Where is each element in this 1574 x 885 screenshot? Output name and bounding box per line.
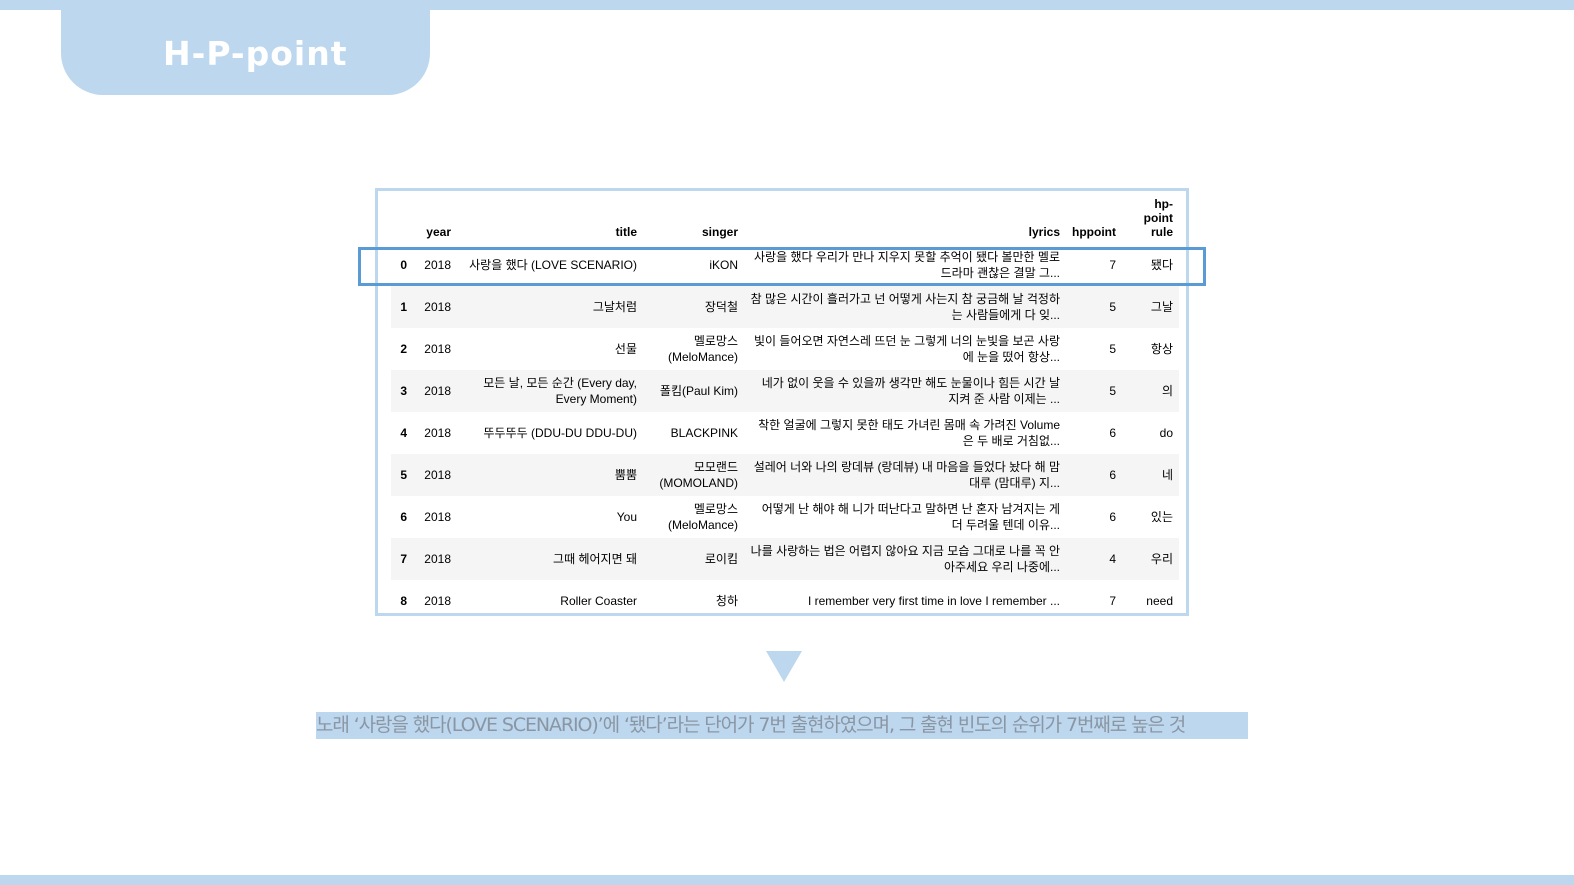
cell-lyrics: I remember very first time in love I rem…: [807, 594, 1060, 608]
table-row: 3 2018 모든 날, 모든 순간 (Every day, Every Mom…: [391, 370, 1179, 412]
header-hppoint: hppoint: [1072, 225, 1116, 239]
cell-lyrics: 어떻게 난 해야 해 니가 떠난다고 말하면 난 혼자 남겨지는 게 더 두려울…: [761, 502, 1060, 532]
cell-rule: 있는: [1150, 510, 1173, 524]
cell-title: 뚜두뚜두 (DDU-DU DDU-DU): [483, 426, 637, 440]
cell-year: 2018: [424, 342, 451, 356]
slide-title: H-P-point: [163, 34, 348, 73]
row-index: 6: [400, 510, 407, 524]
cell-title: 뿜뿜: [457, 454, 643, 496]
cell-hppoint: 5: [1066, 286, 1122, 328]
cell-rule: need: [1146, 594, 1173, 608]
table-row: 1 2018 그날처럼 장덕철 참 많은 시간이 흘러가고 넌 어떻게 사는지 …: [391, 286, 1179, 328]
cell-title: 선물: [614, 342, 637, 356]
cell-rule: 항상: [1150, 342, 1173, 356]
row-index: 5: [391, 454, 413, 496]
cell-title: You: [616, 510, 637, 524]
cell-lyrics: 착한 얼굴에 그렇지 못한 태도 가녀린 몸매 속 가려진 Volume은 두 …: [758, 418, 1060, 448]
cell-singer: 모모랜드 (MOMOLAND): [643, 454, 744, 496]
cell-title: 그날처럼: [457, 286, 643, 328]
cell-year: 2018: [413, 286, 457, 328]
cell-hppoint: 7: [1109, 594, 1116, 608]
header-title: title: [615, 225, 637, 239]
header-year: year: [426, 225, 451, 239]
cell-rule: 네: [1122, 454, 1179, 496]
table-row: 8 2018 Roller Coaster 청하 I remember very…: [391, 580, 1179, 622]
cell-lyrics: 빛이 들어오면 자연스레 뜨던 눈 그렇게 너의 눈빛을 보곤 사랑에 눈을 떴…: [753, 334, 1060, 364]
cell-singer: 멜로망스 (MeloMance): [667, 502, 738, 532]
title-tab: H-P-point: [61, 0, 430, 95]
row-index: 7: [391, 538, 413, 580]
table-header-row: year title singer lyrics hppoint hp- poi…: [391, 197, 1179, 244]
cell-year: 2018: [413, 370, 457, 412]
cell-singer: 폴킴(Paul Kim): [643, 370, 744, 412]
table-row: 5 2018 뿜뿜 모모랜드 (MOMOLAND) 설레어 너와 나의 랑데뷰 …: [391, 454, 1179, 496]
cell-lyrics: 설레어 너와 나의 랑데뷰 (랑데뷰) 내 마음을 들었다 놨다 해 맘대루 (…: [744, 454, 1066, 496]
cell-year: 2018: [424, 426, 451, 440]
cell-rule: 우리: [1122, 538, 1179, 580]
header-lyrics: lyrics: [1028, 225, 1060, 239]
cell-year: 2018: [413, 538, 457, 580]
cell-year: 2018: [424, 510, 451, 524]
cell-rule: 의: [1122, 370, 1179, 412]
header-singer: singer: [701, 225, 738, 239]
cell-lyrics: 나를 사랑하는 법은 어렵지 않아요 지금 모습 그대로 나를 꼭 안아주세요 …: [744, 538, 1066, 580]
cell-singer: BLACKPINK: [670, 426, 738, 440]
cell-hppoint: 6: [1109, 426, 1116, 440]
cell-singer: 청하: [715, 594, 738, 608]
cell-lyrics: 참 많은 시간이 흘러가고 넌 어떻게 사는지 참 궁금해 날 걱정하는 사람들…: [744, 286, 1066, 328]
table-row: 4 2018 뚜두뚜두 (DDU-DU DDU-DU) BLACKPINK 착한…: [391, 412, 1179, 454]
cell-singer: 로이킴: [643, 538, 744, 580]
row-index: 4: [400, 426, 407, 440]
cell-year: 2018: [413, 454, 457, 496]
cell-rule: 그날: [1122, 286, 1179, 328]
cell-title: 그때 헤어지면 돼: [457, 538, 643, 580]
cell-rule: do: [1159, 426, 1173, 440]
cell-hppoint: 6: [1066, 454, 1122, 496]
row-index: 8: [400, 594, 407, 608]
table-row: 7 2018 그때 헤어지면 돼 로이킴 나를 사랑하는 법은 어렵지 않아요 …: [391, 538, 1179, 580]
cell-lyrics: 네가 없이 웃을 수 있을까 생각만 해도 눈물이나 힘든 시간 날 지켜 준 …: [744, 370, 1066, 412]
cell-hppoint: 5: [1066, 370, 1122, 412]
down-arrow-icon: [766, 651, 802, 682]
cell-title: Roller Coaster: [560, 594, 637, 608]
table-row: 2 2018 선물 멜로망스 (MeloMance) 빛이 들어오면 자연스레 …: [391, 328, 1179, 370]
table-row: 6 2018 You 멜로망스 (MeloMance) 어떻게 난 해야 해 니…: [391, 496, 1179, 538]
cell-hppoint: 4: [1066, 538, 1122, 580]
cell-singer: 멜로망스 (MeloMance): [667, 334, 738, 364]
cell-singer: 장덕철: [643, 286, 744, 328]
row-index: 3: [391, 370, 413, 412]
cell-hppoint: 5: [1109, 342, 1116, 356]
header-hp-point-rule: hp- point rule: [1143, 197, 1173, 239]
row-highlight-box: [358, 247, 1206, 286]
row-index: 2: [400, 342, 407, 356]
bottom-accent-bar: [0, 875, 1574, 885]
header-index: [391, 197, 413, 244]
cell-year: 2018: [424, 594, 451, 608]
cell-title: 모든 날, 모든 순간 (Every day, Every Moment): [457, 370, 643, 412]
caption-text: 노래 ‘사랑을 했다(LOVE SCENARIO)’에 ‘됐다’라는 단어가 7…: [316, 712, 1248, 739]
cell-hppoint: 6: [1109, 510, 1116, 524]
row-index: 1: [391, 286, 413, 328]
